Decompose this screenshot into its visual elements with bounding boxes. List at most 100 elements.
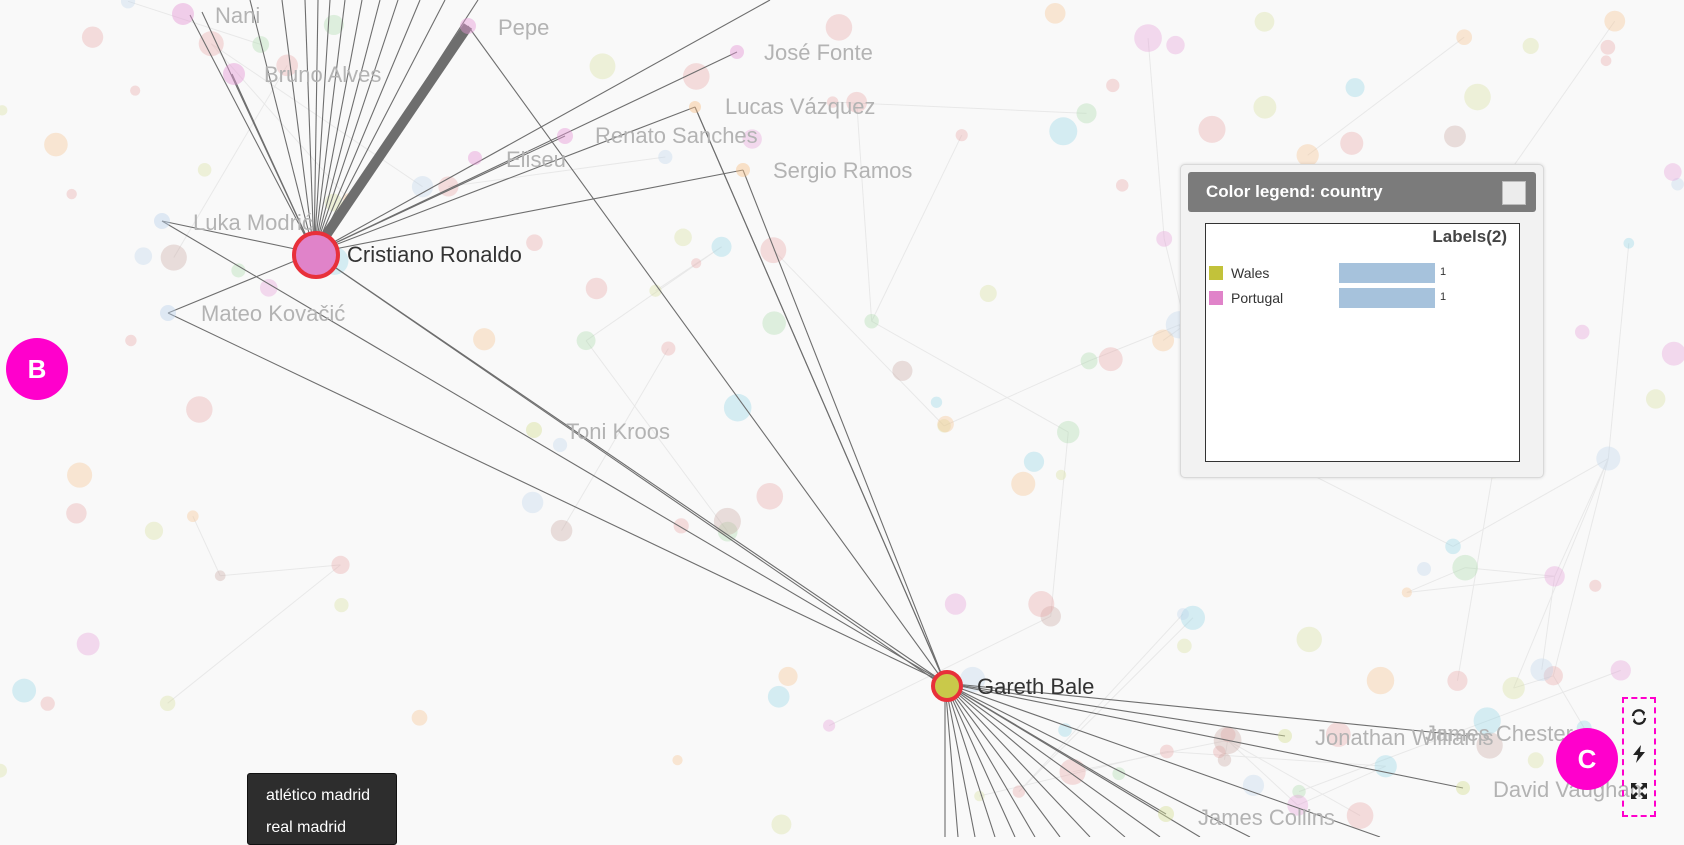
fullscreen-icon[interactable] (1624, 775, 1654, 807)
background-node[interactable] (1177, 638, 1192, 654)
background-node[interactable] (1445, 538, 1461, 555)
background-node[interactable] (1023, 451, 1045, 472)
background-node[interactable] (1447, 670, 1468, 691)
background-node[interactable] (130, 85, 141, 96)
background-node[interactable] (1522, 37, 1539, 55)
bolt-icon[interactable] (1624, 738, 1654, 770)
background-node[interactable] (159, 695, 176, 712)
background-node[interactable] (674, 228, 692, 247)
background-node[interactable] (892, 360, 913, 381)
background-node[interactable] (1253, 95, 1277, 119)
background-node[interactable] (823, 719, 836, 732)
legend-header[interactable]: Color legend: country (1188, 172, 1536, 212)
background-node[interactable] (1600, 39, 1616, 55)
background-node[interactable] (1645, 389, 1666, 409)
background-node[interactable] (12, 678, 37, 703)
background-node[interactable] (1600, 55, 1612, 67)
background-node[interactable] (1028, 591, 1055, 618)
legend-toggle-button[interactable] (1502, 181, 1526, 205)
dropdown-item-real-madrid[interactable]: real madrid (266, 819, 346, 837)
background-node[interactable] (1417, 561, 1432, 576)
background-node[interactable] (331, 555, 350, 575)
background-node[interactable] (1366, 666, 1395, 695)
background-node[interactable] (576, 331, 596, 351)
background-node[interactable] (44, 132, 68, 157)
legend-row-wales[interactable]: Wales 1 (1209, 263, 1509, 283)
background-node[interactable] (691, 258, 702, 269)
background-node[interactable] (66, 188, 77, 200)
background-node[interactable] (1049, 117, 1078, 146)
background-node[interactable] (658, 149, 673, 165)
background-node[interactable] (550, 519, 573, 542)
background-node[interactable] (81, 26, 104, 48)
background-node[interactable] (1057, 420, 1080, 444)
background-node[interactable] (672, 755, 683, 766)
focus-node-bale[interactable]: Gareth Bale (931, 670, 1094, 702)
background-node[interactable] (411, 709, 428, 726)
background-node[interactable] (979, 284, 997, 302)
background-node[interactable] (767, 685, 790, 708)
background-node[interactable] (1159, 744, 1174, 759)
background-node[interactable] (1604, 10, 1626, 32)
dropdown-item-atletico[interactable]: atlético madrid (266, 787, 370, 805)
background-node[interactable] (937, 415, 954, 433)
background-node[interactable] (1217, 753, 1232, 767)
background-node[interactable] (0, 105, 8, 116)
background-node[interactable] (1456, 29, 1473, 46)
background-node[interactable] (825, 14, 853, 41)
background-node[interactable] (521, 491, 544, 514)
background-node[interactable] (125, 334, 137, 347)
background-node[interactable] (186, 396, 213, 423)
refresh-icon[interactable] (1624, 701, 1654, 733)
background-node[interactable] (1527, 752, 1544, 769)
background-node[interactable] (1661, 341, 1684, 366)
background-node[interactable] (1530, 658, 1554, 682)
background-node[interactable] (1623, 237, 1635, 249)
background-node[interactable] (134, 247, 153, 265)
background-node[interactable] (1596, 446, 1621, 471)
background-node[interactable] (144, 521, 164, 540)
background-node[interactable] (1156, 230, 1173, 247)
background-node[interactable] (1401, 587, 1412, 598)
background-node[interactable] (661, 341, 676, 356)
background-node[interactable] (1098, 347, 1123, 372)
background-node[interactable] (1345, 78, 1365, 98)
background-node[interactable] (334, 597, 349, 613)
background-node[interactable] (1198, 115, 1226, 143)
background-node[interactable] (197, 163, 212, 177)
background-node[interactable] (762, 311, 786, 335)
focus-node-ronaldo[interactable]: Cristiano Ronaldo (292, 231, 522, 279)
background-node[interactable] (1177, 608, 1189, 620)
background-node[interactable] (473, 328, 496, 351)
background-node[interactable] (160, 244, 187, 271)
legend-row-portugal[interactable]: Portugal 1 (1209, 288, 1509, 308)
background-node[interactable] (40, 696, 55, 711)
background-node[interactable] (1055, 469, 1067, 481)
background-node[interactable] (1044, 3, 1066, 24)
background-node[interactable] (411, 176, 434, 198)
background-node[interactable] (771, 814, 792, 835)
background-node[interactable] (120, 0, 136, 9)
background-node[interactable] (1452, 554, 1478, 581)
background-node[interactable] (1340, 131, 1364, 155)
background-node[interactable] (214, 570, 226, 582)
background-node[interactable] (198, 31, 224, 57)
background-node[interactable] (0, 763, 7, 778)
background-node[interactable] (760, 237, 787, 264)
background-node[interactable] (1166, 35, 1185, 55)
background-node[interactable] (589, 53, 616, 80)
background-node[interactable] (930, 396, 943, 408)
background-node[interactable] (67, 462, 93, 488)
background-node[interactable] (1346, 802, 1374, 829)
background-node[interactable] (526, 234, 543, 252)
background-node[interactable] (1610, 660, 1631, 681)
background-node[interactable] (66, 503, 87, 524)
background-node[interactable] (1134, 24, 1162, 52)
background-node[interactable] (1011, 471, 1036, 496)
background-node[interactable] (1076, 103, 1097, 124)
background-node[interactable] (955, 129, 968, 142)
background-node[interactable] (1115, 179, 1129, 192)
background-node[interactable] (778, 666, 798, 687)
background-node[interactable] (1544, 566, 1565, 587)
background-node[interactable] (1574, 324, 1590, 340)
